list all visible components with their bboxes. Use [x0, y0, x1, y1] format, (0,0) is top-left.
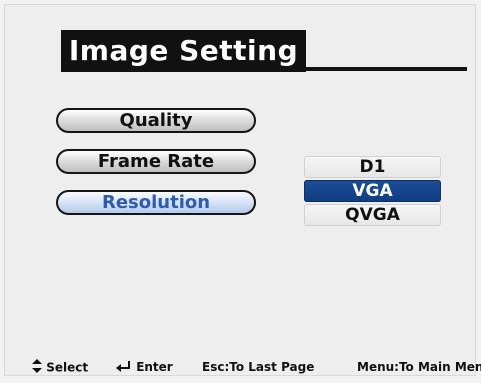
menu-item-resolution[interactable]: Resolution	[56, 190, 256, 215]
menu-item-quality[interactable]: Quality	[56, 108, 256, 133]
resolution-options: D1 VGA QVGA	[304, 156, 441, 228]
footer-select: Select	[32, 359, 88, 377]
footer-enter-label: Enter	[136, 360, 173, 374]
footer-menu: Menu:To Main Menu	[357, 360, 481, 374]
up-down-arrow-icon	[32, 359, 42, 377]
footer-enter: Enter	[116, 359, 173, 376]
menu-item-frame-rate[interactable]: Frame Rate	[56, 149, 256, 174]
page-title: Image Setting	[61, 30, 306, 72]
footer-select-label: Select	[46, 360, 89, 375]
enter-arrow-icon	[116, 360, 132, 376]
footer-help: Select Enter Esc:To Last Page Menu:To Ma…	[32, 359, 481, 377]
resolution-option-qvga[interactable]: QVGA	[304, 204, 441, 226]
title-underline	[61, 67, 467, 71]
footer-esc: Esc:To Last Page	[202, 360, 315, 374]
resolution-option-vga[interactable]: VGA	[304, 180, 441, 202]
resolution-option-d1[interactable]: D1	[304, 156, 441, 178]
screen-frame: Image Setting Quality Frame Rate Resolut…	[4, 4, 481, 377]
